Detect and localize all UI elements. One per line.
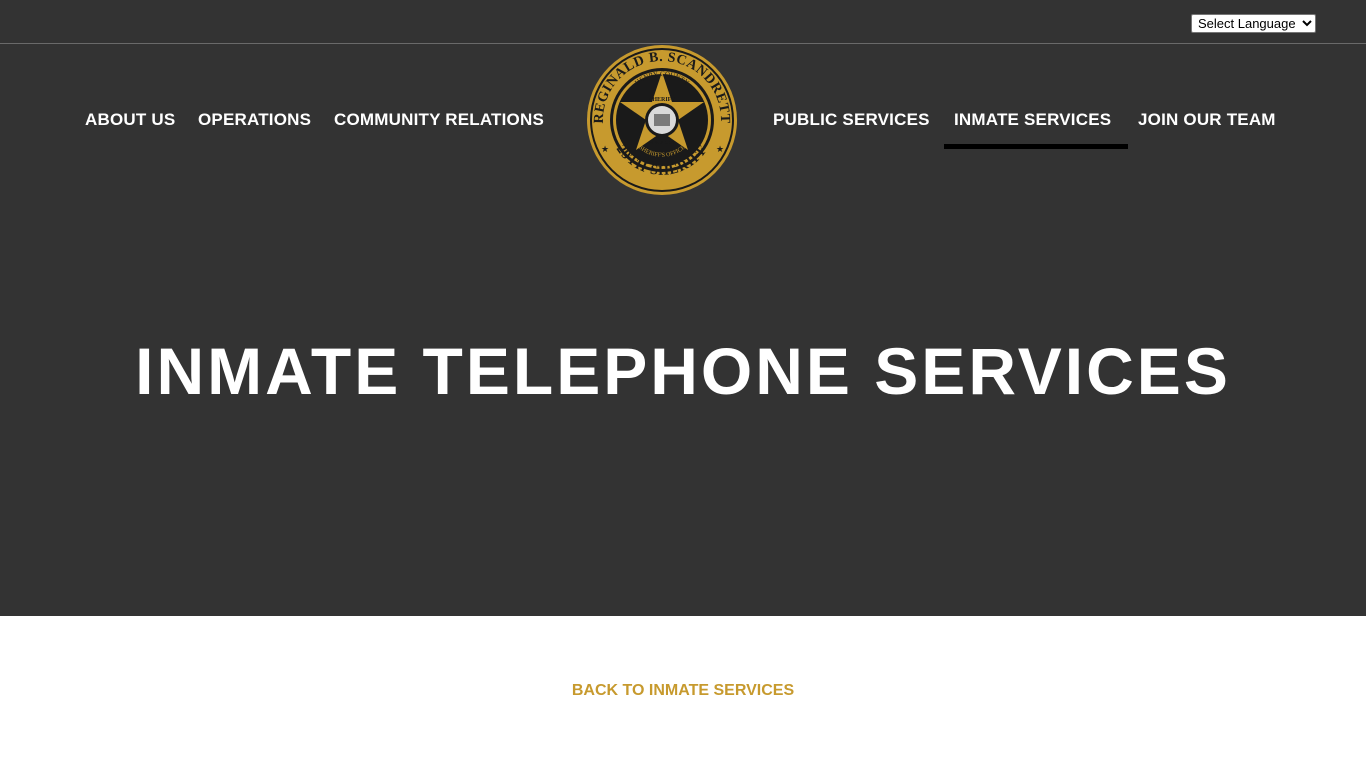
logo-star-icon: ★ <box>601 144 609 154</box>
logo-star-icon: ★ <box>716 144 724 154</box>
nav-active-indicator <box>944 144 1128 149</box>
top-bar: Select Language <box>0 0 1366 44</box>
logo-since-text: SINCE 1821 <box>649 141 675 146</box>
page-title: INMATE TELEPHONE SERVICES <box>135 334 1231 408</box>
nav-about-us[interactable]: ABOUT US <box>85 108 175 132</box>
hero-section: Select Language ABOUT US OPERATIONS COMM… <box>0 0 1366 616</box>
nav-inmate-services[interactable]: INMATE SERVICES <box>954 108 1111 132</box>
nav-community-relations[interactable]: COMMUNITY RELATIONS <box>334 108 544 132</box>
nav-public-services[interactable]: PUBLIC SERVICES <box>773 108 930 132</box>
language-select[interactable]: Select Language <box>1191 14 1316 33</box>
sheriff-badge-logo[interactable]: REGINALD B. SCANDRETT 29TH SHERIFF ★ ★ H… <box>586 44 738 196</box>
back-to-inmate-services-link[interactable]: BACK TO INMATE SERVICES <box>0 681 1366 701</box>
logo-sheriff-text: SHERIFF <box>649 97 675 103</box>
nav-operations[interactable]: OPERATIONS <box>198 108 311 132</box>
nav-join-our-team[interactable]: JOIN OUR TEAM <box>1138 108 1276 132</box>
